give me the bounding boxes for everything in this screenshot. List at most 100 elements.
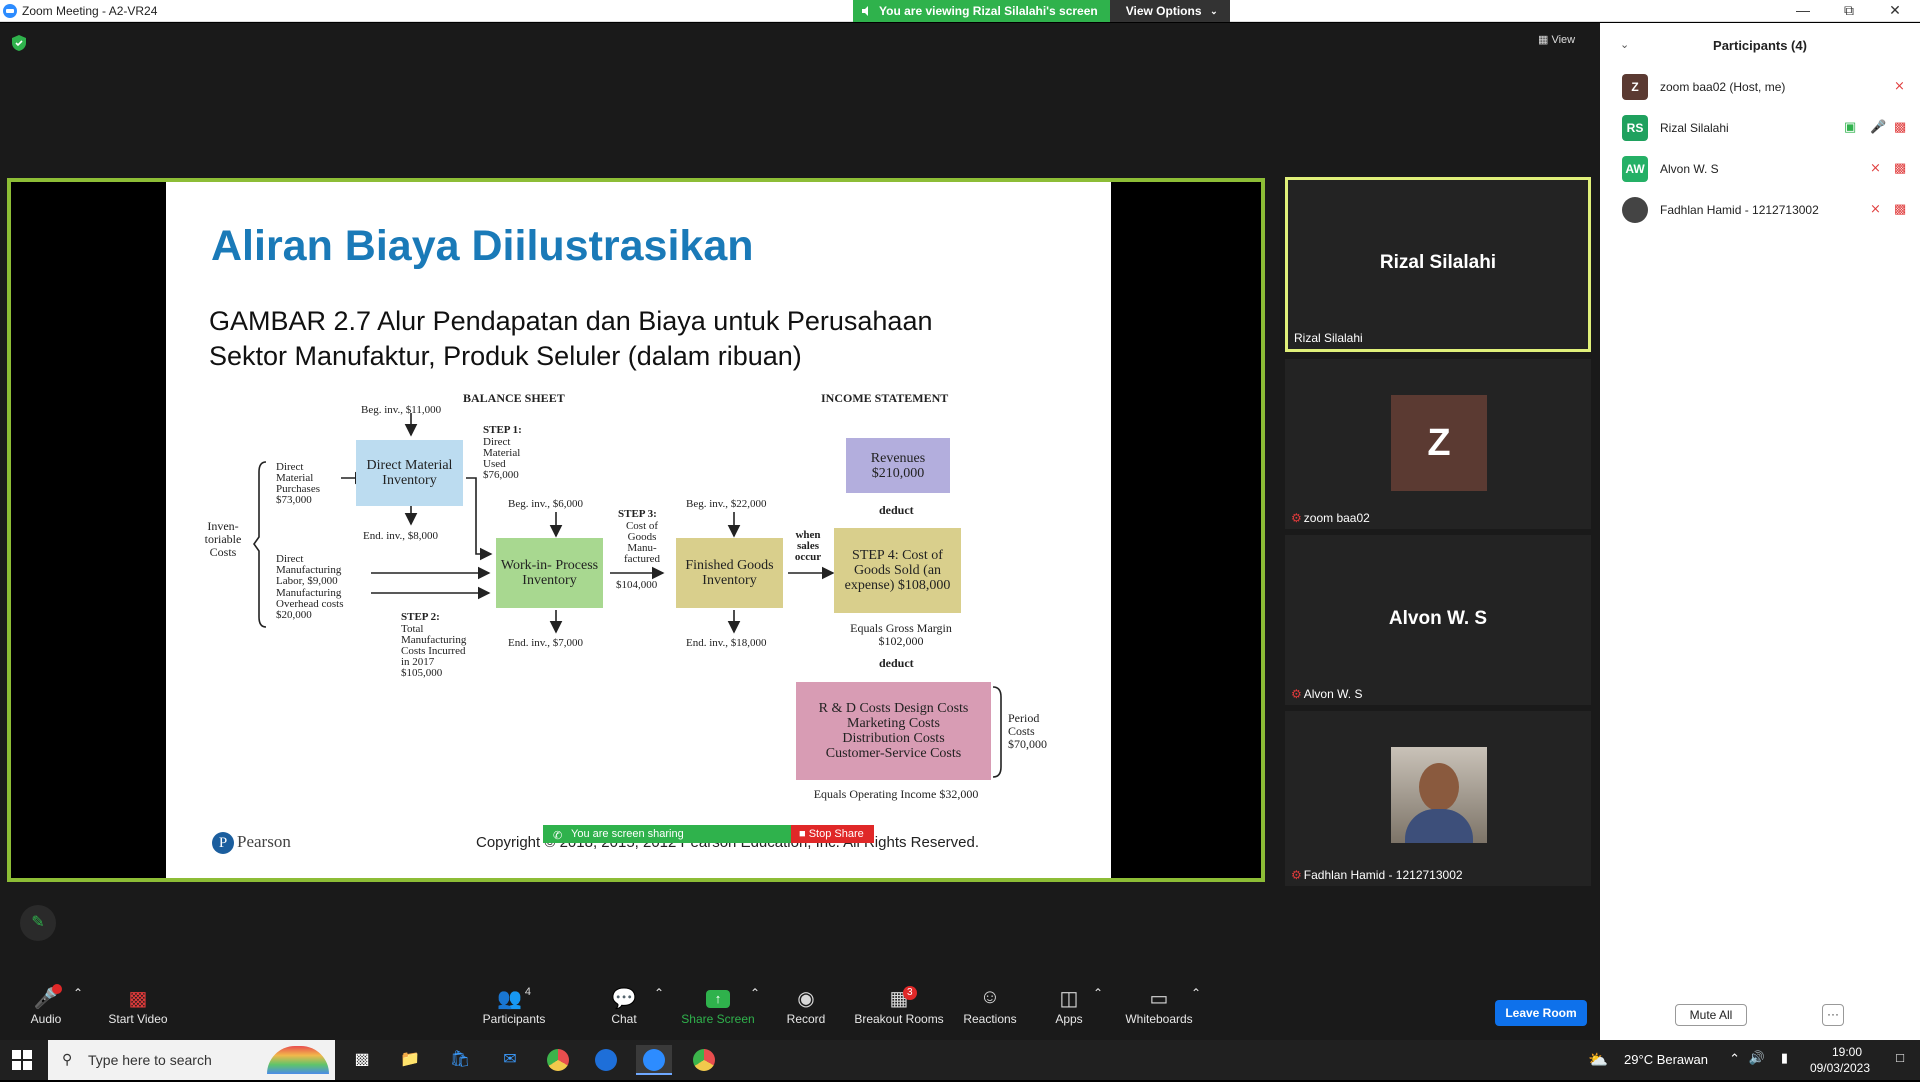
notification-icon[interactable]: □ — [1896, 1050, 1904, 1065]
direct-material-inventory-box: Direct Material Inventory — [356, 440, 463, 506]
weather-icon: ⛅ — [1588, 1052, 1608, 1069]
step2-label: STEP 2: — [401, 611, 440, 623]
windows-taskbar: ⚲ Type here to search ▩ 📁 🛍 ✉ ⛅ 29°C Ber… — [0, 1040, 1920, 1080]
view-options-button[interactable]: View Options ⌄ — [1109, 0, 1230, 22]
leave-room-button[interactable]: Leave Room — [1495, 1000, 1587, 1026]
audio-label: Audio — [30, 1012, 62, 1026]
video-off-icon[interactable]: ▩ — [1894, 160, 1906, 176]
whiteboards-label: Whiteboards — [1125, 1012, 1193, 1026]
clock-time[interactable]: 19:00 — [1832, 1045, 1862, 1059]
weather-text[interactable]: 29°C Berawan — [1624, 1052, 1708, 1067]
view-button[interactable]: ▦ View — [1538, 33, 1575, 46]
video-tile-fadhlan[interactable]: ⚙ Fadhlan Hamid - 1212713002 — [1285, 711, 1591, 886]
audio-button[interactable]: 🎤 Audio — [28, 984, 64, 1026]
participant-row[interactable]: AW Alvon W. S ⨯ ▩ — [1622, 154, 1912, 184]
video-off-icon[interactable]: ▩ — [1894, 119, 1906, 135]
network-icon[interactable]: ▮ — [1781, 1050, 1788, 1066]
dm-purchases: Direct Material Purchases $73,000 — [276, 461, 320, 506]
step2-text: Total Manufacturing Costs Incurred in 20… — [401, 623, 467, 679]
record-label: Record — [786, 1012, 826, 1026]
microphone-icon[interactable]: 🎤 — [1870, 119, 1886, 135]
whiteboard-icon: ▭ — [1149, 988, 1169, 1010]
title-bar: Zoom Meeting - A2-VR24 You are viewing R… — [0, 0, 1920, 22]
chat-options-caret[interactable]: ⌃ — [654, 986, 664, 1000]
avatar: RS — [1622, 115, 1648, 141]
stop-share-button[interactable]: ■ Stop Share — [791, 825, 874, 843]
windows-start-icon[interactable] — [12, 1050, 32, 1070]
window-title: Zoom Meeting - A2-VR24 — [22, 4, 158, 18]
teamviewer-icon[interactable] — [588, 1045, 624, 1075]
task-view-icon[interactable]: ▩ — [344, 1045, 380, 1075]
mic-muted-icon: ⚙ — [1291, 511, 1302, 525]
rainbow-icon — [267, 1046, 329, 1074]
audio-options-caret[interactable]: ⌃ — [73, 986, 83, 1000]
breakout-rooms-button[interactable]: ▦ 3 Breakout Rooms — [853, 986, 945, 1026]
balance-sheet-header: BALANCE SHEET — [463, 391, 565, 405]
annotate-pen-button[interactable]: ✎ — [20, 905, 56, 941]
screen-share-control[interactable]: ✆ You are screen sharing ■ Stop Share — [543, 825, 874, 843]
chrome-icon[interactable] — [540, 1045, 576, 1075]
participant-row[interactable]: RS Rizal Silalahi ▣ 🎤 ▩ — [1622, 113, 1912, 143]
video-tile-zoom-baa02[interactable]: Z ⚙ zoom baa02 — [1285, 359, 1591, 529]
participant-row[interactable]: Z zoom baa02 (Host, me) ⨯ — [1622, 72, 1912, 102]
mic-muted-icon[interactable]: ⨯ — [1870, 201, 1881, 217]
participants-label: Participants — [482, 1012, 546, 1026]
tile-label: ⚙ Fadhlan Hamid - 1212713002 — [1291, 868, 1463, 882]
tile-label: ⚙ Alvon W. S — [1291, 687, 1362, 701]
beg-inv-fg: Beg. inv., $22,000 — [686, 498, 767, 510]
apps-options-caret[interactable]: ⌃ — [1093, 986, 1103, 1000]
shield-icon[interactable] — [12, 35, 26, 51]
close-button[interactable]: ✕ — [1872, 0, 1918, 22]
end-inv-wip: End. inv., $7,000 — [508, 637, 584, 649]
pearson-p-icon: P — [212, 832, 234, 855]
store-icon[interactable]: 🛍 — [442, 1045, 478, 1075]
volume-icon[interactable]: 🔊 — [1749, 1050, 1765, 1066]
avatar — [1622, 197, 1648, 223]
mic-muted-icon[interactable]: ⨯ — [1870, 160, 1881, 176]
video-off-icon[interactable]: ▩ — [1894, 201, 1906, 217]
beg-inv-dm: Beg. inv., $11,000 — [361, 404, 442, 416]
income-statement-header: INCOME STATEMENT — [821, 391, 949, 405]
microphone-icon: 🎤 — [28, 984, 64, 1012]
end-inv-dm: End. inv., $8,000 — [363, 530, 439, 542]
record-button[interactable]: ◉ Record — [783, 986, 829, 1026]
chevron-down-icon: ⌄ — [1210, 6, 1218, 16]
mic-muted-icon[interactable]: ⨯ — [1894, 78, 1905, 94]
restore-button[interactable]: ⧉ — [1826, 0, 1872, 22]
chevron-up-icon[interactable]: ⌃ — [1729, 1051, 1740, 1067]
mute-all-button[interactable]: Mute All — [1675, 1004, 1747, 1026]
tile-label: ⚙ zoom baa02 — [1291, 511, 1370, 525]
tile-name: Alvon W. S — [1388, 608, 1488, 629]
pen-icon: ✎ — [31, 914, 45, 931]
taskbar-search[interactable]: ⚲ Type here to search — [48, 1040, 335, 1080]
avatar: Z — [1391, 395, 1487, 491]
participant-row[interactable]: Fadhlan Hamid - 1212713002 ⨯ ▩ — [1622, 195, 1912, 225]
zoom-taskbar-icon[interactable] — [636, 1045, 672, 1075]
gross-margin: Equals Gross Margin $102,000 — [850, 621, 952, 648]
video-tile-rizal[interactable]: Rizal Silalahi Rizal Silalahi — [1285, 177, 1591, 352]
chrome-2-icon[interactable] — [686, 1045, 722, 1075]
chat-button[interactable]: 💬 Chat — [605, 986, 643, 1026]
file-explorer-icon[interactable]: 📁 — [392, 1045, 428, 1075]
face-shape — [1419, 763, 1459, 811]
viewing-text: You are viewing Rizal Silalahi's screen — [879, 4, 1098, 18]
more-options-button[interactable]: ··· — [1822, 1004, 1844, 1026]
sharing-status: ✆ You are screen sharing — [543, 825, 791, 843]
zoom-icon — [3, 4, 17, 18]
stop-icon: ■ — [799, 828, 809, 840]
tile-label: Rizal Silalahi — [1294, 331, 1363, 345]
mail-icon[interactable]: ✉ — [492, 1045, 528, 1075]
participants-button[interactable]: 👥 4 Participants — [477, 986, 551, 1026]
clock-date[interactable]: 09/03/2023 — [1810, 1061, 1870, 1075]
apps-button[interactable]: ◫ Apps — [1053, 986, 1085, 1026]
whiteboards-button[interactable]: ▭ Whiteboards — [1125, 986, 1193, 1026]
whiteboard-options-caret[interactable]: ⌃ — [1191, 986, 1201, 1000]
video-tile-alvon[interactable]: Alvon W. S ⚙ Alvon W. S — [1285, 535, 1591, 705]
start-video-button[interactable]: ▩ Start Video — [104, 986, 172, 1026]
share-screen-button[interactable]: ↑ Share Screen — [680, 986, 756, 1026]
share-options-caret[interactable]: ⌃ — [750, 986, 760, 1000]
reactions-button[interactable]: ☺ Reactions — [962, 986, 1018, 1026]
participant-name: zoom baa02 (Host, me) — [1660, 80, 1786, 94]
minimize-button[interactable]: — — [1780, 0, 1826, 22]
view-options-label: View Options — [1125, 4, 1202, 18]
